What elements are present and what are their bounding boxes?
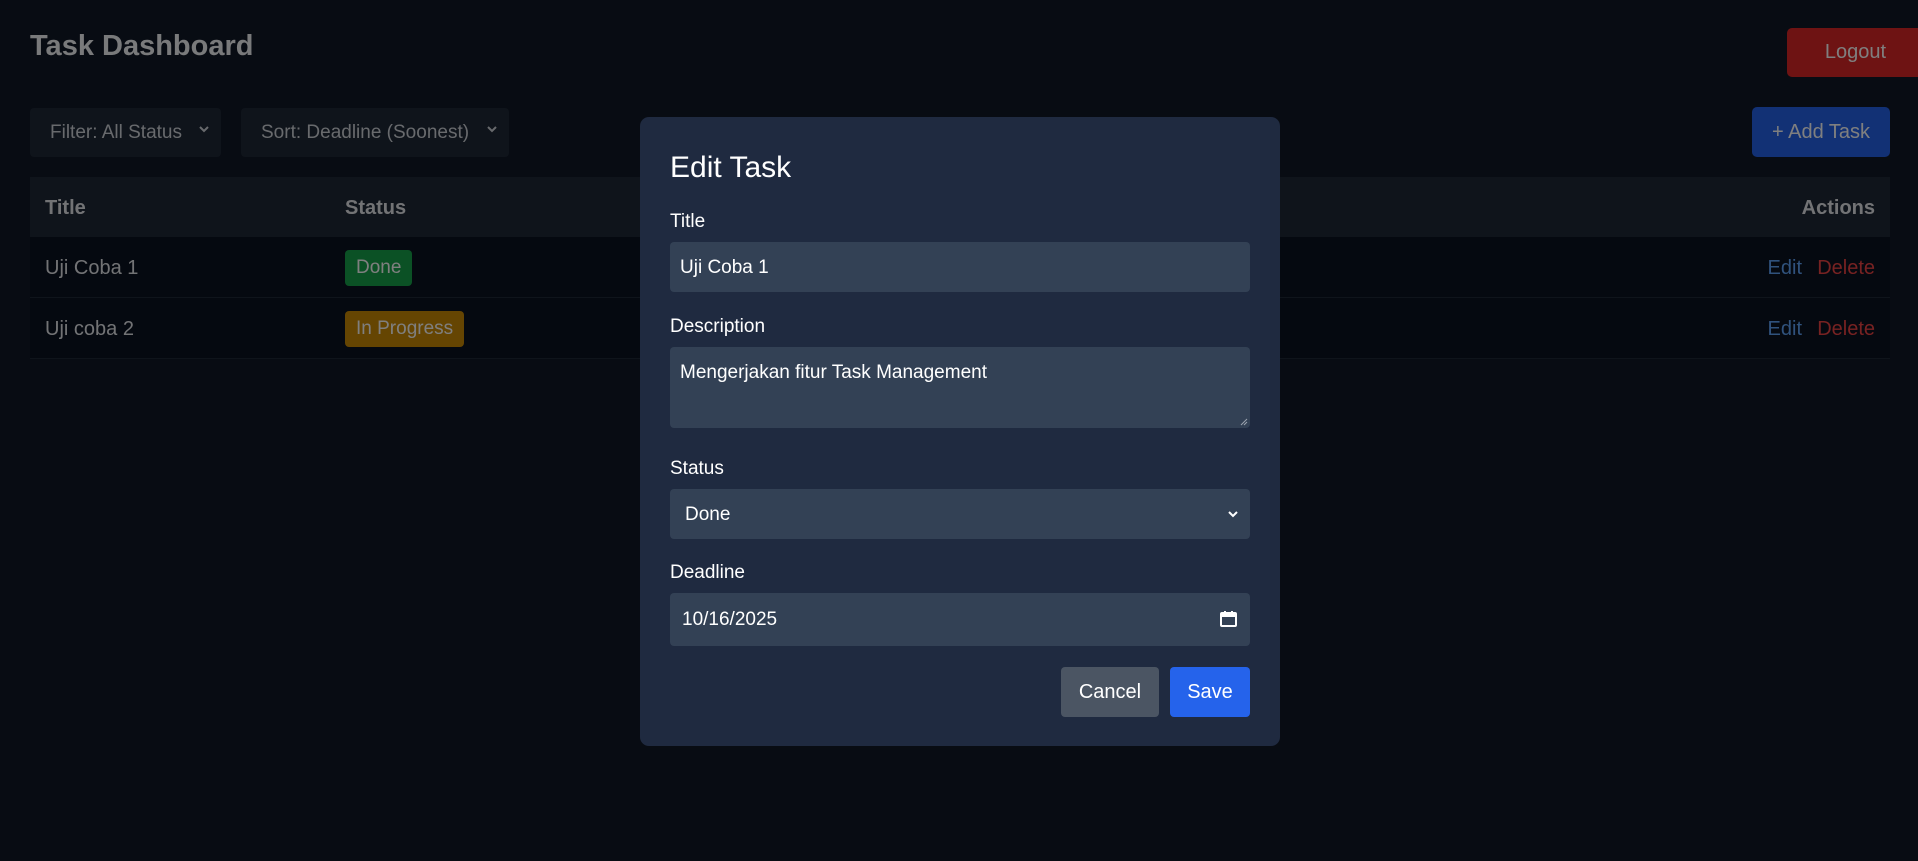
title-input[interactable]: Uji Coba 1 (670, 242, 1250, 292)
status-select[interactable]: Done (670, 489, 1250, 539)
deadline-value: 10/16/2025 (682, 609, 778, 630)
status-select-value: Done (685, 504, 731, 525)
save-button[interactable]: Save (1170, 667, 1250, 717)
calendar-icon[interactable] (1219, 609, 1238, 628)
description-textarea[interactable]: Mengerjakan fitur Task Management (670, 347, 1250, 428)
status-label: Status (670, 458, 724, 479)
description-label: Description (670, 316, 766, 337)
cancel-button[interactable]: Cancel (1061, 667, 1159, 717)
deadline-date-input[interactable]: 10/16/2025 (670, 593, 1250, 646)
resize-grip-icon[interactable] (1240, 418, 1248, 426)
description-value: Mengerjakan fitur Task Management (680, 362, 987, 383)
modal-title: Edit Task (670, 151, 792, 184)
deadline-label: Deadline (670, 562, 745, 583)
title-label: Title (670, 211, 706, 232)
chevron-down-icon (1228, 511, 1238, 518)
edit-task-modal: Edit Task Title Uji Coba 1 Description M… (640, 117, 1280, 746)
